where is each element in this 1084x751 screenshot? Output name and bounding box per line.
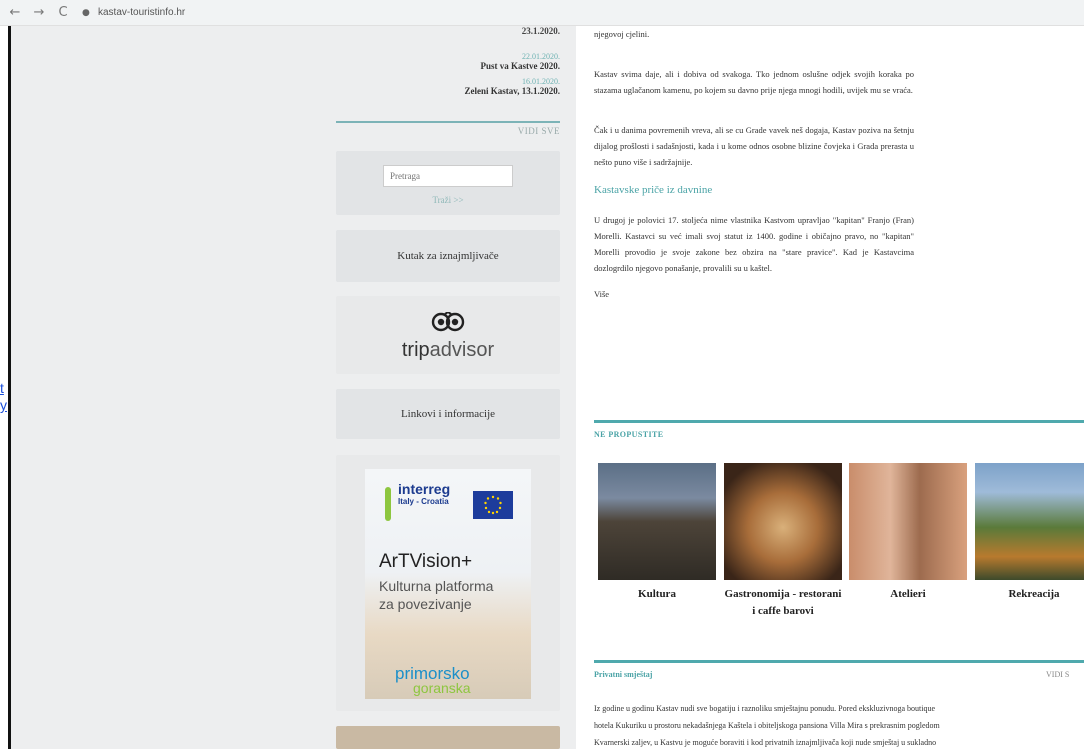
article-paragraph: njegovoj cjelini. <box>594 29 650 39</box>
artvision-banner-box[interactable]: interreg Italy - Croatia ArTVision+ Kult… <box>336 455 560 711</box>
banner-subtitle: Kulturna platforma za povezivanje <box>379 577 493 613</box>
interreg-subtitle: Italy - Croatia <box>398 497 449 506</box>
tripadvisor-widget[interactable]: tripadvisor <box>336 296 560 374</box>
tripadvisor-logo: tripadvisor <box>336 312 560 362</box>
news-divider <box>336 121 560 123</box>
article-paragraph: Čak i u danima povremenih vreva, ali se … <box>594 125 914 167</box>
landlord-corner-link[interactable]: Kutak za iznajmljivače <box>336 230 560 282</box>
section-divider <box>594 660 1084 663</box>
article-paragraph: Kastav svima daje, ali i dobiva od svako… <box>594 69 914 95</box>
search-input[interactable] <box>383 165 513 187</box>
category-image[interactable] <box>598 463 716 580</box>
forward-arrow-icon[interactable]: → <box>30 4 48 22</box>
lock-icon: ● <box>82 7 90 18</box>
news-item[interactable]: 16.01.2020. Zeleni Kastav, 13.1.2020. <box>336 77 560 96</box>
article-paragraph: U drugoj je polovici 17. stoljeća nime v… <box>594 215 914 273</box>
section-divider <box>594 420 1084 423</box>
category-image[interactable] <box>975 463 1084 580</box>
banner-subtitle-line: za povezivanje <box>379 596 472 612</box>
news-first-date: 23.1.2020. <box>521 26 560 36</box>
text-line: Kvarnerski zaljev, u Kastvu je moguće bo… <box>594 738 937 747</box>
news-title[interactable]: Pust va Kastve 2020. <box>336 61 561 71</box>
banner-title: ArTVision+ <box>379 551 473 572</box>
article-body: njegovoj cjelini. Kastav svima daje, ali… <box>594 26 914 312</box>
logo-bottom-text: goranska <box>413 680 471 696</box>
interreg-logo-text: interreg <box>398 481 451 497</box>
browser-toolbar: ← → C ● kastav-touristinfo.hr <box>0 0 1084 26</box>
news-date: 22.01.2020. <box>522 52 560 61</box>
edge-link-fragment[interactable]: ty <box>0 380 8 414</box>
logo-top-text: primorsko <box>395 664 470 683</box>
category-card[interactable]: Rekreacija <box>975 463 1084 603</box>
category-image[interactable] <box>724 463 842 580</box>
private-view-all-link[interactable]: VIDI S <box>1046 670 1069 679</box>
address-bar[interactable]: ● kastav-touristinfo.hr <box>82 3 185 23</box>
read-more-link[interactable]: Više <box>594 286 914 302</box>
news-item[interactable]: 22.01.2020. Pust va Kastve 2020. <box>336 52 561 71</box>
section-heading: Kastavske priče iz davnine <box>594 184 713 196</box>
owl-icon <box>431 312 465 332</box>
category-card[interactable]: Kultura <box>598 463 716 603</box>
news-date: 16.01.2020. <box>522 77 560 86</box>
category-image[interactable] <box>849 463 967 580</box>
private-accommodation-text: Iz godine u godinu Kastav nudi sve bogat… <box>594 700 1084 751</box>
primorsko-goranska-logo: primorsko goranska <box>395 664 471 696</box>
text-line: Iz godine u godinu Kastav nudi sve bogat… <box>594 704 936 713</box>
search-widget: Traži >> <box>336 151 560 215</box>
news-title[interactable]: Zeleni Kastav, 13.1.2020. <box>336 86 560 96</box>
search-button[interactable]: Traži >> <box>336 195 560 205</box>
back-arrow-icon[interactable]: ← <box>6 4 24 22</box>
tripadvisor-text-trip: trip <box>401 339 430 361</box>
dont-miss-heading: NE PROPUSTITE <box>594 430 664 439</box>
category-label[interactable]: Kultura <box>598 586 716 603</box>
news-view-all-link[interactable]: VIDI SVE <box>336 126 560 136</box>
category-label[interactable]: Rekreacija <box>975 586 1084 603</box>
category-card[interactable]: Gastronomija - restorani i caffe barovi <box>724 463 842 620</box>
category-label[interactable]: Gastronomija - restorani i caffe barovi <box>724 586 842 620</box>
text-line: hotela Kukuriku u prostoru nekadašnjega … <box>594 721 940 730</box>
url-text: kastav-touristinfo.hr <box>98 7 186 18</box>
news-list: 23.1.2020. 22.01.2020. Pust va Kastve 20… <box>336 26 560 102</box>
category-label[interactable]: Atelieri <box>849 586 967 603</box>
eu-flag-icon <box>473 491 513 519</box>
banner-subtitle-line: Kulturna platforma <box>379 578 494 594</box>
category-card[interactable]: Atelieri <box>849 463 967 603</box>
artvision-banner[interactable]: interreg Italy - Croatia ArTVision+ Kult… <box>365 469 531 699</box>
reload-icon[interactable]: C <box>54 4 72 22</box>
interreg-green-mark <box>385 487 391 521</box>
sidebar-photo-box[interactable] <box>336 726 560 749</box>
links-info-link[interactable]: Linkovi i informacije <box>336 389 560 439</box>
tripadvisor-text-advisor: advisor <box>429 339 495 361</box>
private-accommodation-heading: Privatni smještaj <box>594 670 653 679</box>
